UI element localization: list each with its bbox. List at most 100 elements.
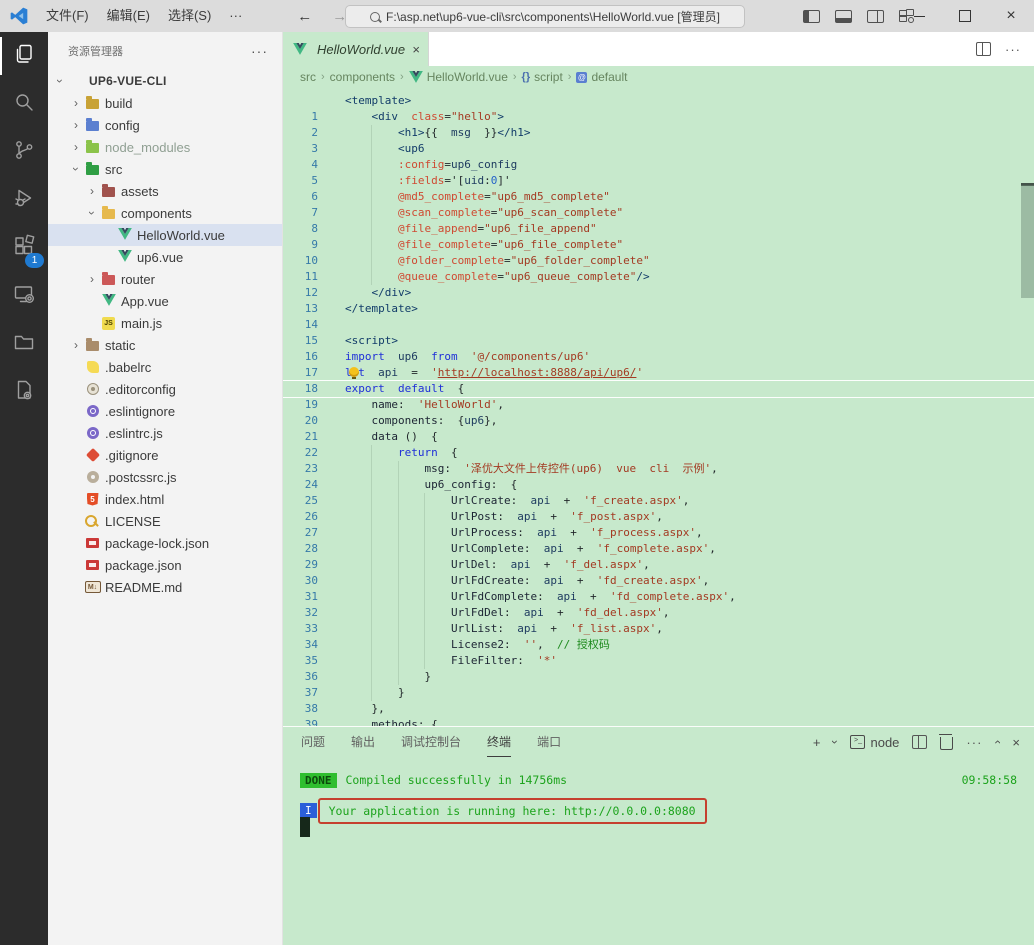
code-token (345, 494, 451, 507)
maximize-panel-icon[interactable]: › (990, 740, 1004, 744)
menu-item-1[interactable]: 编辑(E) (98, 5, 159, 27)
toggle-sidebar-icon[interactable] (803, 10, 820, 23)
close-window-button[interactable]: × (988, 0, 1034, 32)
tree-item-package-json[interactable]: package.json (48, 554, 282, 576)
code-token: // 授权码 (557, 638, 610, 651)
activity-folder-view[interactable] (0, 320, 48, 368)
menu-item-3[interactable]: ··· (220, 5, 251, 27)
tree-item-up6-vue[interactable]: up6.vue (48, 246, 282, 268)
activity-project-settings[interactable] (0, 368, 48, 416)
tree-item-package-lock-json[interactable]: package-lock.json (48, 532, 282, 554)
menu-item-2[interactable]: 选择(S) (159, 5, 220, 27)
tree-item-index-html[interactable]: 5index.html (48, 488, 282, 510)
menu-item-0[interactable]: 文件(F) (37, 5, 98, 27)
code-token: + (564, 542, 597, 555)
tree-item-static[interactable]: ›static (48, 334, 282, 356)
toggle-secondary-sidebar-icon[interactable] (867, 10, 884, 23)
terminal-instance[interactable]: >_ node (850, 735, 899, 750)
close-panel-icon[interactable]: × (1012, 735, 1020, 750)
tree-item-config[interactable]: ›config (48, 114, 282, 136)
activity-remote-explorer[interactable] (0, 272, 48, 320)
split-editor-icon[interactable] (976, 42, 991, 56)
breadcrumb-item[interactable]: components (330, 70, 395, 84)
code-editor[interactable]: 1<template> 2 <div class="hello"> 3 <h1>… (283, 88, 1034, 726)
terminal[interactable]: DONE Compiled successfully in 14756ms 09… (283, 757, 1034, 824)
panel-tab-输出[interactable]: 输出 (351, 728, 375, 757)
code-token: FileFilter (451, 654, 517, 667)
tree-item--editorconfig[interactable]: .editorconfig (48, 378, 282, 400)
tree-item-components[interactable]: ›components (48, 202, 282, 224)
code-token: ' (431, 366, 438, 379)
more-actions-icon[interactable]: ··· (251, 43, 268, 59)
tree-item-readme-md[interactable]: M↓README.md (48, 576, 282, 598)
code-token: </h1> (497, 126, 530, 139)
kill-terminal-icon[interactable] (940, 737, 953, 750)
breadcrumb-item[interactable]: src (300, 70, 316, 84)
code-token: <template> (345, 94, 411, 107)
code-line-1: 1<template> (283, 93, 1034, 109)
code-line-27: 27 UrlPost: api + 'f_post.aspx', (283, 509, 1034, 525)
split-terminal-icon[interactable] (912, 735, 927, 749)
lightbulb-icon[interactable] (349, 367, 359, 377)
code-token: , (729, 590, 736, 603)
tree-item-label: node_modules (105, 140, 190, 155)
code-line-39: 39 }, (283, 701, 1034, 717)
code-token: '' (524, 638, 537, 651)
tree-item-license[interactable]: LICENSE (48, 510, 282, 532)
tree-item-router[interactable]: ›router (48, 268, 282, 290)
back-arrow-icon[interactable]: ← (297, 8, 312, 25)
code-token: 'fd_create.aspx' (597, 574, 703, 587)
code-token: api (557, 590, 577, 603)
minimize-button[interactable] (896, 0, 942, 32)
code-token: </template> (345, 302, 418, 315)
panel-tab-端口[interactable]: 端口 (537, 728, 561, 757)
tree-item-node-modules[interactable]: ›node_modules (48, 136, 282, 158)
running-message: Your application is running here: http:/… (329, 804, 696, 818)
code-token: @folder_complete (398, 254, 504, 267)
tab-helloworld-vue[interactable]: HelloWorld.vue × (283, 32, 429, 66)
activity-source-control[interactable] (0, 128, 48, 176)
command-center-search[interactable]: F:\asp.net\up6-vue-cli\src\components\He… (345, 5, 745, 28)
maximize-button[interactable] (942, 0, 988, 32)
tree-item-main-js[interactable]: JSmain.js (48, 312, 282, 334)
breadcrumb-item[interactable]: HelloWorld.vue (427, 70, 508, 84)
tree-item--eslintrc-js[interactable]: .eslintrc.js (48, 422, 282, 444)
tree-item-label: package.json (105, 558, 182, 573)
code-token: , (683, 494, 690, 507)
breadcrumb-item[interactable]: script (534, 70, 563, 84)
tree-item--gitignore[interactable]: .gitignore (48, 444, 282, 466)
code-line-29: 29 UrlComplete: api + 'f_complete.aspx', (283, 541, 1034, 557)
tree-item-assets[interactable]: ›assets (48, 180, 282, 202)
tree-item-up6-vue-cli[interactable]: ›UP6-VUE-CLI (48, 70, 282, 92)
tree-item-src[interactable]: ›src (48, 158, 282, 180)
tree-item-app-vue[interactable]: App.vue (48, 290, 282, 312)
panel-tab-终端[interactable]: 终端 (487, 728, 511, 757)
tree-item--babelrc[interactable]: .babelrc (48, 356, 282, 378)
breadcrumb-separator-icon: › (568, 71, 572, 83)
activity-search[interactable] (0, 80, 48, 128)
done-badge: DONE (300, 773, 337, 788)
more-editor-actions-icon[interactable]: ··· (1005, 42, 1021, 57)
code-token: License2 (451, 638, 504, 651)
terminal-dropdown-icon[interactable]: › (828, 740, 842, 744)
tree-item-build[interactable]: ›build (48, 92, 282, 114)
tree-item--postcssrc-js[interactable]: .postcssrc.js (48, 466, 282, 488)
activity-extensions[interactable]: 1 (0, 224, 48, 272)
panel-more-actions-icon[interactable]: ··· (966, 735, 982, 750)
code-token: = (444, 158, 451, 171)
close-tab-icon[interactable]: × (412, 42, 420, 57)
code-token: , (656, 622, 663, 635)
tree-item--eslintignore[interactable]: .eslintignore (48, 400, 282, 422)
activity-explorer[interactable] (0, 32, 48, 80)
editor-scrollbar[interactable] (1021, 185, 1034, 298)
code-token: "up6_folder_complete" (511, 254, 650, 267)
new-terminal-icon[interactable]: + (813, 735, 821, 750)
activity-run-debug[interactable] (0, 176, 48, 224)
code-line-15: 15 (283, 317, 1034, 333)
tree-item-helloworld-vue[interactable]: HelloWorld.vue (48, 224, 282, 246)
panel-tab-调试控制台[interactable]: 调试控制台 (401, 728, 461, 757)
code-token: = (398, 366, 431, 379)
panel-tab-问题[interactable]: 问题 (301, 728, 325, 757)
breadcrumb-item[interactable]: default (591, 70, 627, 84)
toggle-panel-icon[interactable] (835, 10, 852, 23)
